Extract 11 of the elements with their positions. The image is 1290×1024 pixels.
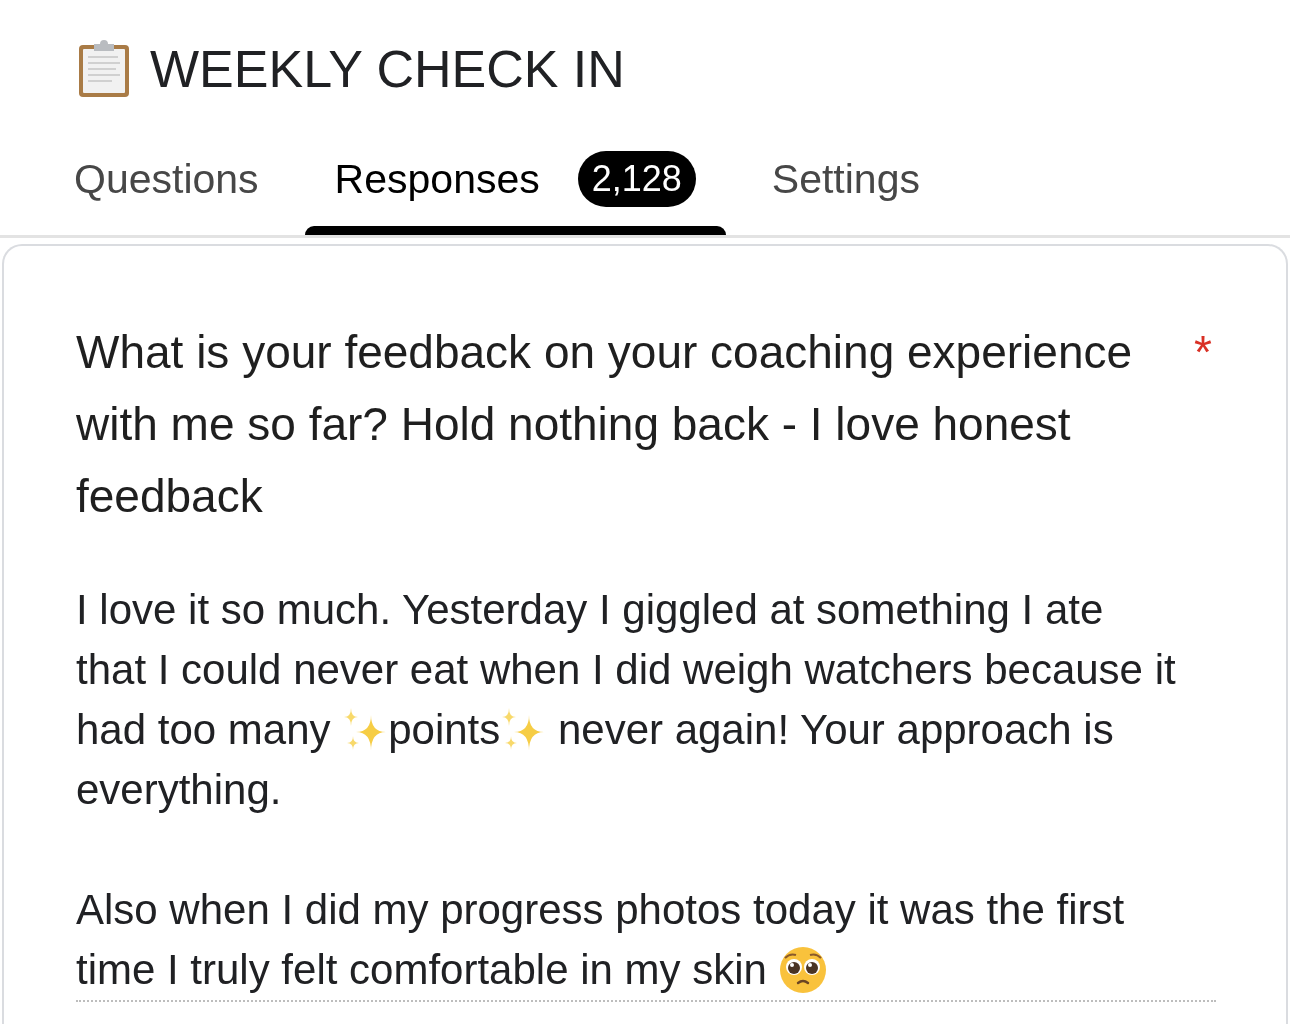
form-title: WEEKLY CHECK IN (150, 40, 625, 98)
clipboard-icon (78, 40, 130, 98)
pleading-face-icon (778, 946, 827, 994)
tab[interactable]: Questions (44, 141, 289, 235)
count-badge: 2,128 (577, 151, 696, 207)
answer-text: Also when I did my progress photos today it was the first time I truly felt comfortable in my skin (76, 885, 1126, 996)
answer-text: I love it so much. Yesterday I giggled at something I ate that I could never eat when I did weigh watchers because it had too many points never again! Your approach is everything. (76, 585, 1177, 815)
tab[interactable]: Responses 2,128 (304, 141, 726, 235)
tab[interactable]: Settings (741, 141, 950, 235)
required-mark: * (1194, 325, 1212, 380)
question-text: What is your feedback on your coaching experience with me so far? Hold nothing back - I love honest feedback (76, 325, 1134, 524)
